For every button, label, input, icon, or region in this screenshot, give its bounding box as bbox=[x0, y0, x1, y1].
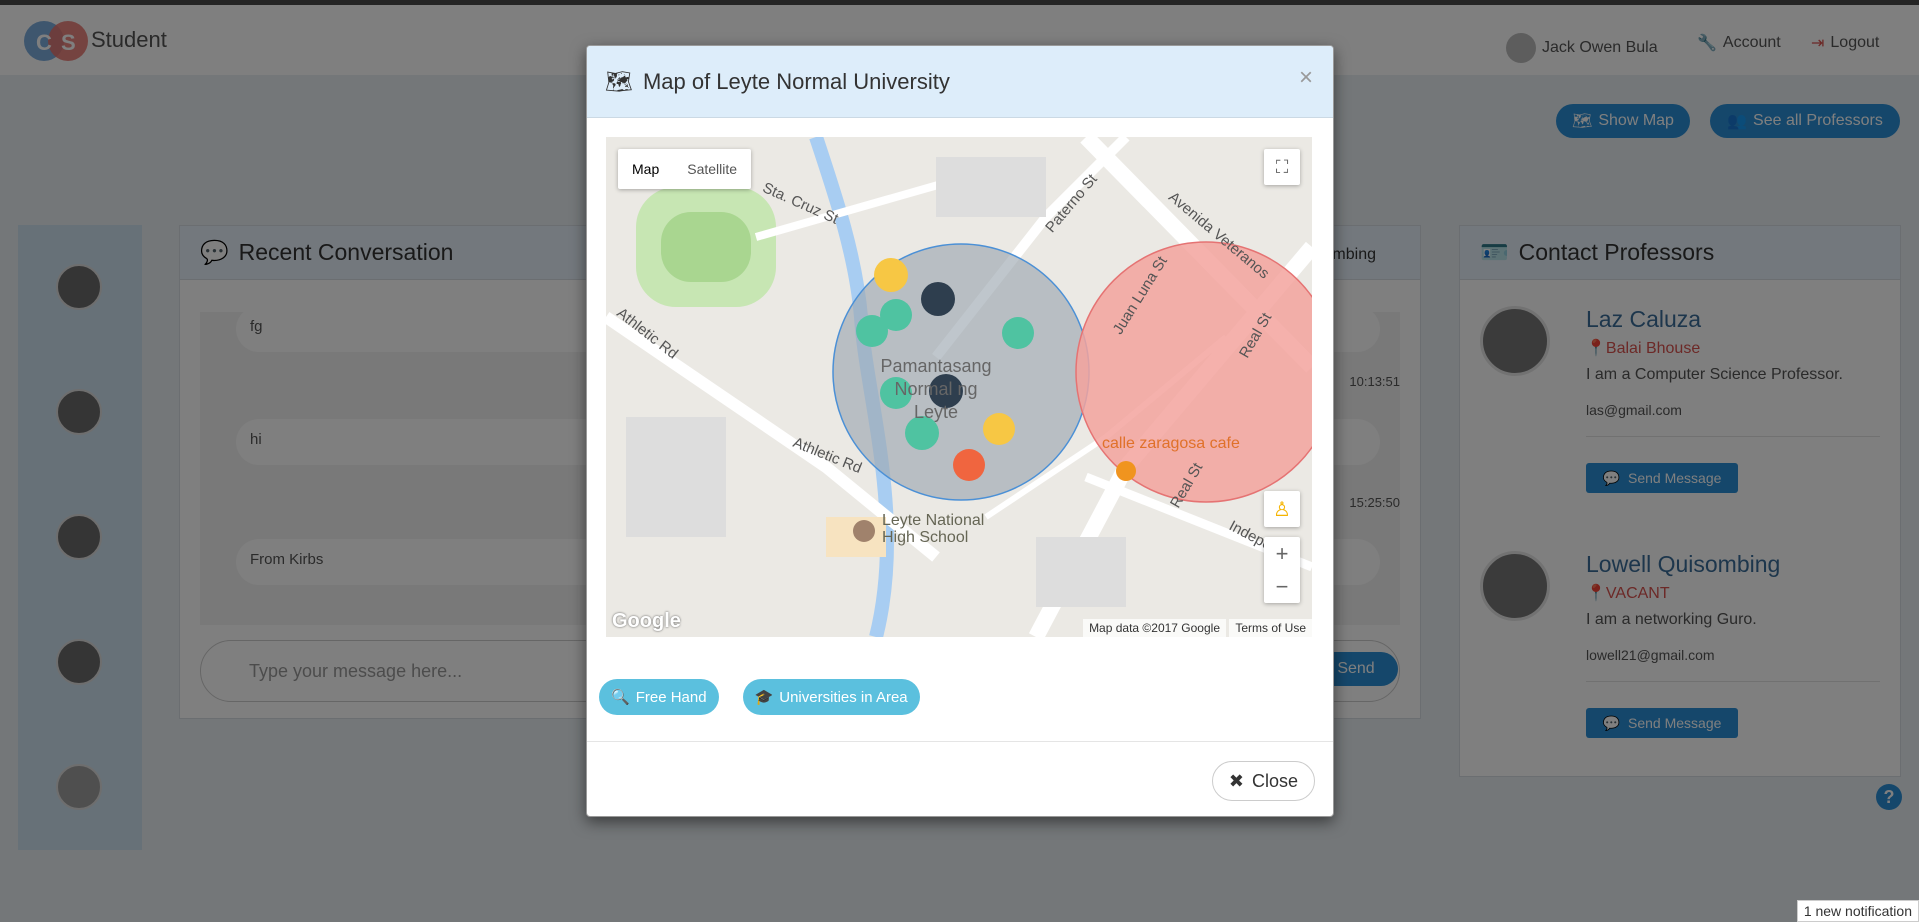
fullscreen-icon[interactable]: ⛶ bbox=[1264, 149, 1300, 185]
free-hand-button[interactable]: 🔍 Free Hand bbox=[599, 679, 719, 715]
zoom-out-icon[interactable]: − bbox=[1276, 570, 1289, 603]
zoom-in-icon[interactable]: + bbox=[1276, 537, 1289, 570]
map-type-satellite[interactable]: Satellite bbox=[673, 149, 751, 189]
map-type-control: Map Satellite bbox=[618, 149, 752, 189]
school-label: Leyte National High School bbox=[882, 512, 984, 546]
school-label-line: High School bbox=[882, 529, 969, 546]
close-icon: ✖ bbox=[1228, 770, 1244, 791]
universities-button[interactable]: 🎓 Universities in Area bbox=[742, 679, 920, 715]
modal-header: 🗺 Map of Leyte Normal University bbox=[587, 46, 1333, 118]
graduation-cap-icon: 🎓 bbox=[754, 689, 774, 706]
campus-label: Pamantasang Normal ng Leyte bbox=[880, 356, 992, 422]
map-modal: 🗺 Map of Leyte Normal University × Sta. … bbox=[586, 45, 1334, 817]
map-type-map[interactable]: Map bbox=[618, 149, 673, 189]
map-data-attribution: Map data ©2017 Google bbox=[1083, 619, 1226, 637]
map-tools: 🔍 Free Hand 🎓 Universities in Area bbox=[599, 679, 920, 715]
cafe-label: calle zaragosa cafe bbox=[1102, 435, 1240, 452]
terms-of-use-link[interactable]: Terms of Use bbox=[1229, 619, 1312, 637]
notification-toast[interactable]: 1 new notification bbox=[1796, 900, 1919, 922]
search-plus-icon: 🔍 bbox=[611, 689, 630, 706]
modal-title: Map of Leyte Normal University bbox=[642, 68, 950, 94]
free-hand-label: Free Hand bbox=[635, 688, 707, 706]
google-map[interactable]: Sta. Cruz St Paterno St Avenida Veterano… bbox=[606, 137, 1312, 637]
google-logo: Google bbox=[612, 610, 681, 632]
close-icon[interactable]: × bbox=[1299, 64, 1313, 92]
zoom-control: + − bbox=[1264, 537, 1300, 603]
close-button[interactable]: ✖ Close bbox=[1211, 761, 1315, 801]
pegman-icon[interactable]: ♙ bbox=[1264, 491, 1300, 527]
close-label: Close bbox=[1251, 770, 1298, 791]
map-icon: 🗺 bbox=[605, 68, 633, 94]
universities-label: Universities in Area bbox=[779, 688, 908, 706]
modal-footer-divider bbox=[587, 741, 1333, 742]
school-label-line: Leyte National bbox=[882, 512, 985, 529]
